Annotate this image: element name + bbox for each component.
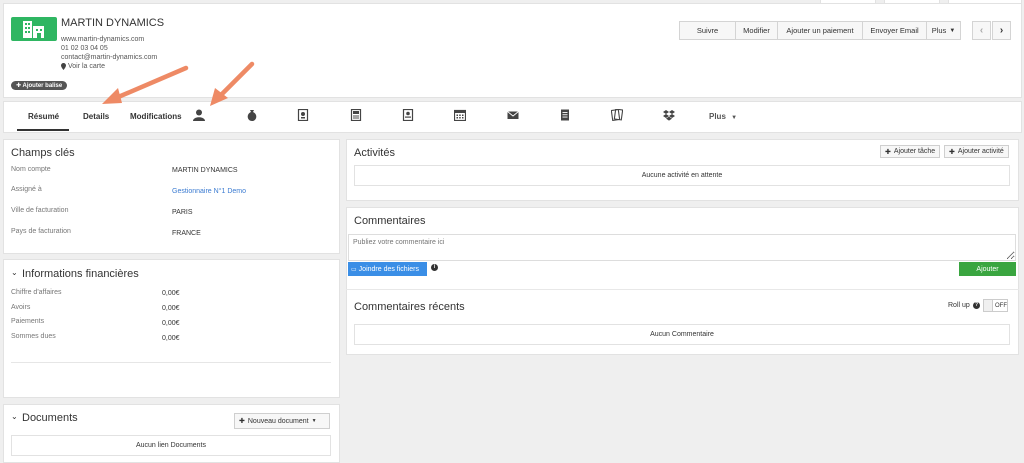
key-field-label: Nom compte bbox=[11, 166, 51, 173]
collapse-chevron-icon[interactable]: ⌄ bbox=[11, 412, 18, 421]
comment-input[interactable] bbox=[348, 234, 1016, 261]
attach-files-button[interactable]: ▭ Joindre des fichiers bbox=[348, 262, 427, 276]
add-payment-button[interactable]: Ajouter un paiement bbox=[777, 21, 863, 40]
collapse-chevron-icon[interactable]: ⌄ bbox=[11, 268, 18, 277]
tab-safe-icon[interactable] bbox=[297, 109, 309, 121]
tab-calendar-icon[interactable] bbox=[454, 109, 466, 121]
add-task-label: Ajouter tâche bbox=[893, 148, 936, 155]
assigned-user-link[interactable]: Gestionnaire N°1 Demo bbox=[172, 188, 246, 195]
caret-down-icon: ▼ bbox=[949, 27, 956, 34]
add-comment-button[interactable]: Ajouter bbox=[959, 262, 1016, 276]
toggle-state: OFF bbox=[995, 302, 1007, 309]
documents-title: Documents bbox=[22, 412, 78, 424]
company-email[interactable]: contact@martin-dynamics.com bbox=[61, 54, 157, 61]
caret-down-icon: ▼ bbox=[731, 115, 738, 121]
tab-dropbox-icon[interactable] bbox=[663, 109, 675, 121]
key-field-label: Pays de facturation bbox=[11, 228, 71, 235]
send-email-button[interactable]: Envoyer Email bbox=[862, 21, 927, 40]
more-actions-button[interactable]: Plus ▼ bbox=[926, 21, 961, 40]
new-document-button[interactable]: ✚ Nouveau document ▼ bbox=[234, 413, 330, 429]
next-record-button[interactable]: › bbox=[992, 21, 1011, 40]
help-question-icon[interactable]: ? bbox=[973, 302, 980, 309]
key-field-label: Ville de facturation bbox=[11, 207, 69, 214]
financial-value: 0,00€ bbox=[162, 320, 180, 327]
key-fields-title: Champs clés bbox=[11, 147, 75, 159]
tab-contact-card-icon[interactable] bbox=[402, 109, 414, 121]
caret-down-icon: ▼ bbox=[311, 418, 317, 424]
new-document-label: Nouveau document bbox=[247, 417, 309, 425]
tab-email-envelope-icon[interactable] bbox=[507, 109, 519, 121]
tab-resume[interactable]: Résumé bbox=[28, 112, 59, 121]
key-field-value: MARTIN DYNAMICS bbox=[172, 167, 238, 174]
company-website[interactable]: www.martin-dynamics.com bbox=[61, 36, 144, 43]
header-actions: Suivre Modifier Ajouter un paiement Envo… bbox=[679, 21, 961, 40]
attach-files-label: Joindre des fichiers bbox=[358, 265, 419, 273]
activities-title: Activités bbox=[354, 147, 395, 159]
comments-title: Commentaires bbox=[354, 215, 426, 227]
prev-record-button[interactable]: ‹ bbox=[972, 21, 991, 40]
financial-label: Chiffre d'affaires bbox=[11, 289, 62, 296]
add-activity-button[interactable]: ✚ Ajouter activité bbox=[944, 145, 1009, 158]
add-task-button[interactable]: ✚ Ajouter tâche bbox=[880, 145, 941, 158]
add-tag-label: Ajouter balise bbox=[22, 83, 63, 89]
active-tab-indicator bbox=[17, 129, 69, 131]
recent-comments-empty: Aucun Commentaire bbox=[354, 324, 1010, 345]
plus-icon: ✚ bbox=[949, 148, 955, 156]
follow-button[interactable]: Suivre bbox=[679, 21, 736, 40]
tab-document-icon[interactable] bbox=[350, 109, 362, 121]
rollup-label: Roll up bbox=[948, 302, 970, 309]
key-field-value: PARIS bbox=[172, 209, 193, 216]
activities-empty: Aucune activité en attente bbox=[354, 165, 1010, 186]
key-field-label: Assigné à bbox=[11, 186, 42, 193]
rollup-toggle[interactable]: OFF bbox=[983, 299, 1008, 312]
plus-icon: ✚ bbox=[239, 418, 245, 425]
edit-button[interactable]: Modifier bbox=[735, 21, 778, 40]
tab-details[interactable]: Details bbox=[83, 112, 109, 121]
tab-more-label: Plus bbox=[709, 112, 726, 121]
building-icon bbox=[23, 21, 44, 38]
toggle-knob bbox=[984, 300, 993, 311]
financial-title: Informations financières bbox=[22, 268, 139, 280]
recent-comments-title: Commentaires récents bbox=[354, 301, 465, 313]
key-field-value: FRANCE bbox=[172, 230, 201, 237]
map-link-label: Voir la carte bbox=[68, 63, 105, 70]
financial-value: 0,00€ bbox=[162, 335, 180, 342]
financial-label: Avoirs bbox=[11, 304, 31, 311]
map-link[interactable]: Voir la carte bbox=[61, 63, 105, 70]
info-icon[interactable]: i bbox=[431, 264, 438, 271]
add-tag-button[interactable]: ✚ Ajouter balise bbox=[11, 81, 68, 90]
monitor-icon: ▭ bbox=[351, 266, 357, 273]
more-actions-label: Plus bbox=[931, 26, 947, 35]
company-name: MARTIN DYNAMICS bbox=[61, 17, 165, 29]
documents-empty: Aucun lien Documents bbox=[11, 435, 331, 456]
map-pin-icon bbox=[61, 63, 66, 70]
financial-value: 0,00€ bbox=[162, 305, 180, 312]
tab-modifications[interactable]: Modifications bbox=[130, 112, 182, 121]
tab-more[interactable]: Plus ▼ bbox=[709, 112, 737, 121]
plus-icon: ✚ bbox=[885, 148, 891, 156]
divider bbox=[11, 362, 331, 363]
add-activity-label: Ajouter activité bbox=[957, 148, 1004, 155]
tab-notes-icon[interactable] bbox=[559, 109, 571, 121]
company-logo bbox=[11, 17, 57, 41]
financial-value: 0,00€ bbox=[162, 290, 180, 297]
financial-label: Sommes dues bbox=[11, 333, 56, 340]
financial-label: Paiements bbox=[11, 318, 45, 325]
tab-contacts-person-icon[interactable] bbox=[193, 109, 205, 121]
divider bbox=[346, 289, 1019, 290]
company-phone[interactable]: 01 02 03 04 05 bbox=[61, 45, 108, 52]
tab-invoice-icon[interactable] bbox=[611, 109, 623, 121]
tab-money-bag-icon[interactable] bbox=[246, 109, 258, 121]
